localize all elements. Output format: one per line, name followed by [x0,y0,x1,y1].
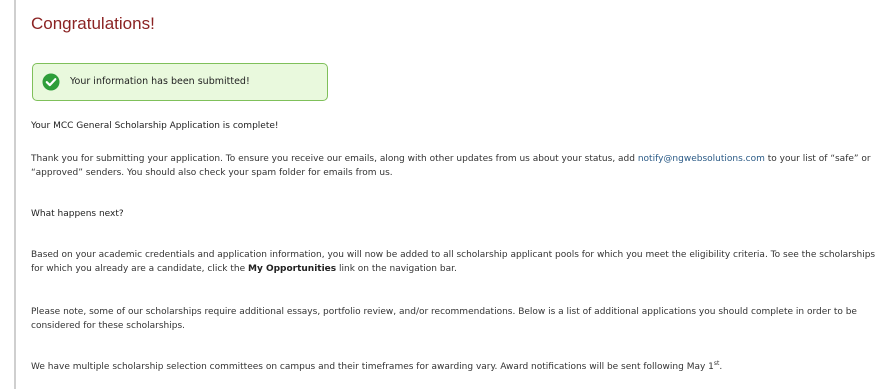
check-circle-icon [42,73,60,91]
success-alert: Your information has been submitted! [32,63,328,101]
next-heading: What happens next? [31,209,124,219]
complete-heading: Your MCC General Scholarship Application… [31,121,279,131]
my-opportunities-link[interactable]: My Opportunities [248,264,336,274]
left-border-rule [14,0,16,389]
page-title: Congratulations! [31,14,155,33]
note-paragraph: Please note, some of our scholarships re… [31,307,857,331]
alert-message: Your information has been submitted! [70,76,250,87]
committees-paragraph: We have multiple scholarship selection c… [31,360,723,373]
email-link[interactable]: notify@ngwebsolutions.com [638,154,765,164]
next-paragraph: Based on your academic credentials and a… [31,250,876,274]
thanks-paragraph: Thank you for submitting your applicatio… [31,154,871,178]
